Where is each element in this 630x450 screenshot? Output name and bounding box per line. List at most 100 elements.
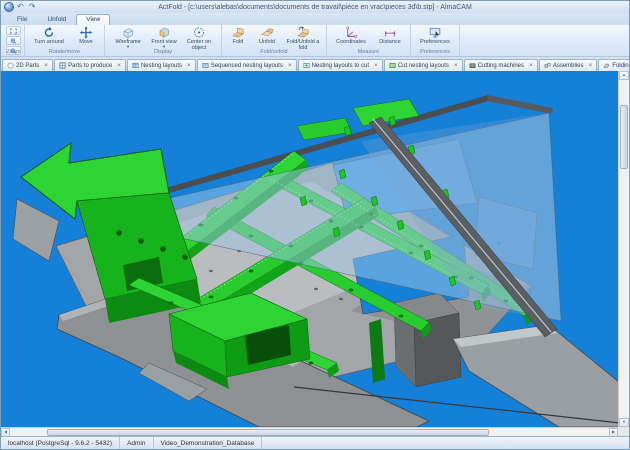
close-icon[interactable]: × <box>374 63 378 69</box>
group-label-zoom: Zoom <box>6 49 21 56</box>
coordinates-button[interactable]: Coordinates <box>330 25 372 45</box>
button-label: Fold <box>233 39 244 45</box>
close-icon[interactable]: × <box>529 63 533 69</box>
zoom-fit-button[interactable] <box>6 26 21 35</box>
button-label: Unfold <box>259 39 275 45</box>
status-user: Admin <box>120 437 153 449</box>
title-bar: ↶ ↷ ActFold - [c:\users\alebas\documents… <box>1 1 629 13</box>
tab-nesting-layouts-icon <box>132 62 139 69</box>
tab-folding-parts-icon <box>603 62 610 69</box>
button-label: Distance <box>379 39 400 45</box>
tab-label: Nesting layouts <box>141 63 182 69</box>
zoom-in-icon <box>10 38 17 44</box>
tab-nesting-layouts-to-cut[interactable]: Nesting layouts to cut × <box>298 59 383 71</box>
ribbon-group-zoom: Zoom <box>3 25 25 56</box>
front-view-button[interactable]: Front view ▼ <box>149 25 179 49</box>
distance-icon <box>383 26 397 39</box>
tab-cut-nesting-layouts[interactable]: Cut nesting layouts × <box>384 59 463 71</box>
zoom-fit-icon <box>10 28 17 34</box>
ribbon-tab-strip: File Unfold View <box>1 13 629 25</box>
group-label-display: Display <box>108 49 218 56</box>
tab-label: Cut nesting layouts <box>398 63 449 69</box>
button-label: Turn around <box>34 39 64 45</box>
tab-label: Folding parts <box>612 63 629 69</box>
tab-sequenced-nesting-layouts[interactable]: Sequenced nesting layouts × <box>197 59 297 71</box>
turn-around-button[interactable]: Turn around <box>28 25 70 45</box>
tab-label: 2D Parts <box>16 63 39 69</box>
fold-unfold-a-fold-icon <box>296 26 310 39</box>
3d-model-canvas[interactable] <box>1 71 620 427</box>
ribbon-group-preferences: Preferences Preferences <box>411 25 460 56</box>
coordinates-icon <box>344 26 358 39</box>
document-tab-strip: 2D Parts × Parts to produce × Nesting la… <box>1 57 629 72</box>
move-button[interactable]: Move <box>71 25 101 45</box>
ribbon-tab-unfold[interactable]: Unfold <box>37 14 76 25</box>
tab-label: Sequenced nesting layouts <box>211 63 283 69</box>
group-label-rotate-move: Rotate/move <box>28 49 101 56</box>
wireframe-button[interactable]: Wireframe ▼ <box>108 25 148 49</box>
tab-label: Parts to produce <box>68 63 112 69</box>
tab-2d-parts[interactable]: 2D Parts × <box>2 59 53 71</box>
unfold-icon <box>260 26 274 39</box>
horizontal-scroll-thumb[interactable] <box>47 429 489 436</box>
ribbon-group-fold-unfold: Fold Unfold Fold/Unfold a fold <box>222 25 327 56</box>
status-connection: localhost (PostgreSql - 9.6.2 - 5432) <box>1 437 120 449</box>
close-icon[interactable]: × <box>187 63 191 69</box>
ribbon-group-rotate-move: Turn around Move Rotate/move <box>25 25 105 56</box>
preferences-button[interactable]: Preferences <box>414 25 456 45</box>
ribbon-tab-view[interactable]: View <box>76 14 110 25</box>
vertical-scrollbar[interactable]: ▲ ▼ <box>618 71 629 427</box>
application-window: ↶ ↷ ActFold - [c:\users\alebas\documents… <box>0 0 630 450</box>
3d-viewport: ▲ ▼ ◀ ▶ <box>1 71 629 437</box>
group-label-preferences: Preferences <box>414 49 456 56</box>
tab-2d-parts-icon <box>7 62 14 69</box>
tab-assemblies-icon <box>544 62 551 69</box>
fold-unfold-a-fold-button[interactable]: Fold/Unfold a fold <box>283 25 323 51</box>
distance-button[interactable]: Distance <box>373 25 407 45</box>
tab-nesting-layouts[interactable]: Nesting layouts × <box>127 59 196 71</box>
scroll-down-button[interactable]: ▼ <box>619 418 629 427</box>
button-label: Coordinates <box>336 39 366 45</box>
scroll-up-button[interactable]: ▲ <box>619 71 629 80</box>
tab-assemblies[interactable]: Assemblies × <box>539 59 597 71</box>
close-icon[interactable]: × <box>454 63 458 69</box>
close-icon[interactable]: × <box>44 63 48 69</box>
zoom-in-button[interactable] <box>6 36 21 45</box>
tab-label: Nesting layouts to cut <box>312 63 369 69</box>
center-on-object-button[interactable]: Center on object <box>180 25 218 51</box>
fold-button[interactable]: Fold <box>225 25 251 45</box>
tab-cut-nesting-layouts-icon <box>389 62 396 69</box>
preferences-icon <box>428 26 442 39</box>
turn-around-icon <box>42 26 56 39</box>
tab-parts-to-produce[interactable]: Parts to produce × <box>54 59 126 71</box>
tab-nesting-layouts-to-cut-icon <box>303 62 310 69</box>
tab-sequenced-nesting-layouts-icon <box>202 62 209 69</box>
wireframe-icon <box>121 26 135 39</box>
unfold-button[interactable]: Unfold <box>252 25 282 45</box>
tab-cutting-machines[interactable]: Cutting machines × <box>464 59 538 71</box>
ribbon-tab-file[interactable]: File <box>7 14 37 25</box>
group-label-fold-unfold: Fold/unfold <box>225 49 323 56</box>
tab-label: Assemblies <box>553 63 584 69</box>
ribbon-group-display: Wireframe ▼ Front view ▼ Center on objec… <box>105 25 222 56</box>
group-label-measure: Measure <box>330 49 407 56</box>
ribbon-group-measure: Coordinates Distance Measure <box>327 25 411 56</box>
close-icon[interactable]: × <box>589 63 593 69</box>
move-icon <box>79 26 93 39</box>
tab-parts-to-produce-icon <box>59 62 66 69</box>
status-bar: localhost (PostgreSql - 9.6.2 - 5432) Ad… <box>1 436 629 449</box>
tab-cutting-machines-icon <box>469 62 476 69</box>
tab-folding-parts[interactable]: Folding parts × <box>598 59 629 71</box>
fold-icon <box>231 26 245 39</box>
front-view-icon <box>157 26 171 39</box>
button-label: Move <box>79 39 92 45</box>
vertical-scroll-thumb[interactable] <box>620 105 628 169</box>
window-title: ActFold - [c:\users\alebas\documents\doc… <box>1 4 629 11</box>
status-database: Video_Demonstration_Database <box>154 437 263 449</box>
center-on-object-icon <box>192 26 206 39</box>
ribbon: Zoom Turn around Move <box>1 25 629 57</box>
tab-label: Cutting machines <box>478 63 524 69</box>
close-icon[interactable]: × <box>288 63 292 69</box>
close-icon[interactable]: × <box>117 63 121 69</box>
button-label: Preferences <box>420 39 450 45</box>
